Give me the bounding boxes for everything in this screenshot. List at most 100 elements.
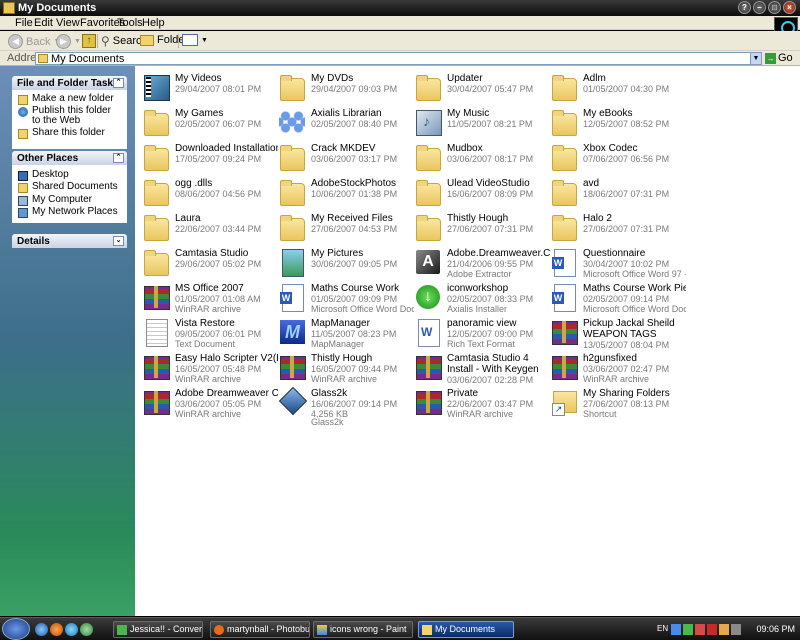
quick-launch-desktop-icon[interactable] bbox=[35, 623, 48, 636]
file-item[interactable]: My eBooks 12/05/2007 08:52 PM bbox=[547, 106, 682, 139]
file-item[interactable]: Adobe Dreamweaver CS303/06/2007 05:05 PM… bbox=[139, 386, 278, 419]
folder-icon bbox=[278, 142, 305, 172]
close-button[interactable]: × bbox=[783, 1, 796, 14]
minimize-button[interactable]: – bbox=[753, 1, 766, 14]
task-publish-folder[interactable]: Publish this folder to the Web bbox=[18, 106, 122, 126]
file-item[interactable]: AdobeStockPhotos 10/06/2007 01:38 PM bbox=[275, 176, 410, 209]
file-item[interactable]: Axialis Librarian 02/05/2007 08:40 PM bbox=[275, 106, 410, 139]
file-item[interactable]: Maths Course Work PieChart02/05/2007 09:… bbox=[547, 281, 686, 314]
file-name: Laura bbox=[175, 213, 201, 224]
file-item[interactable]: Adlm 01/05/2007 04:30 PM bbox=[547, 71, 682, 104]
tray-volume-icon[interactable] bbox=[731, 624, 741, 635]
help-button[interactable]: ? bbox=[738, 1, 751, 14]
menu-edit[interactable]: Edit bbox=[34, 17, 53, 29]
task-share-folder[interactable]: Share this folder bbox=[18, 128, 105, 139]
file-item[interactable]: Laura 22/06/2007 03:44 PM bbox=[139, 211, 274, 244]
menu-help[interactable]: Help bbox=[142, 17, 165, 29]
tray-mail-icon[interactable] bbox=[707, 624, 717, 635]
file-item[interactable]: Camtasia Studio 29/06/2007 05:02 PM bbox=[139, 246, 274, 279]
maximize-button[interactable]: □ bbox=[768, 1, 781, 14]
back-button[interactable]: ◀ Back ▼ bbox=[8, 34, 60, 49]
file-item[interactable]: ogg .dlls 08/06/2007 04:56 PM bbox=[139, 176, 274, 209]
file-item[interactable]: Crack MKDEV 03/06/2007 03:17 PM bbox=[275, 141, 410, 174]
file-item[interactable]: Ulead VideoStudio 16/06/2007 08:09 PM bbox=[411, 176, 546, 209]
file-date: 02/05/2007 08:33 PM bbox=[447, 294, 534, 304]
file-item[interactable]: Thistly Hough 16/05/2007 09:44 PM WinRAR a… bbox=[275, 351, 410, 384]
up-folder-button[interactable]: ↑ bbox=[82, 34, 96, 48]
clock[interactable]: 09:06 PM bbox=[756, 624, 795, 634]
file-item[interactable]: Xbox Codec 07/06/2007 06:56 PM bbox=[547, 141, 682, 174]
place-my-computer[interactable]: My Computer bbox=[18, 195, 92, 206]
go-button[interactable]: → Go bbox=[765, 52, 793, 64]
file-item[interactable]: iconworkshop02/05/2007 08:33 PMAxialis I… bbox=[411, 281, 546, 314]
file-item[interactable]: Pickup Jackal Sheild WEAPON TAGS 13/05/20… bbox=[547, 316, 682, 350]
file-item[interactable]: Private 22/06/2007 03:47 PM WinRAR archive bbox=[411, 386, 546, 419]
file-item[interactable]: Updater 30/04/2007 05:47 PM bbox=[411, 71, 546, 104]
language-indicator[interactable]: EN bbox=[657, 624, 668, 633]
file-item[interactable]: avd 18/06/2007 07:31 PM bbox=[547, 176, 682, 209]
file-item[interactable]: My Videos 29/04/2007 08:01 PM bbox=[139, 71, 274, 104]
menu-tools[interactable]: Tools bbox=[117, 17, 143, 29]
place-shared-documents[interactable]: Shared Documents bbox=[18, 182, 118, 193]
go-arrow-icon: → bbox=[765, 52, 776, 64]
folder-icon bbox=[414, 177, 441, 207]
expand-icon[interactable]: ⌄ bbox=[113, 236, 124, 246]
file-item[interactable]: MapManager11/05/2007 08:23 PMMapManager bbox=[275, 316, 410, 349]
menu-file[interactable]: File bbox=[15, 17, 33, 29]
folder-icon bbox=[278, 212, 305, 242]
taskbar-button-photobucket[interactable]: martynball - Photobu... bbox=[210, 621, 310, 638]
details-header[interactable]: Details ⌄ bbox=[12, 234, 127, 248]
collapse-icon[interactable]: ⌃ bbox=[113, 153, 124, 163]
start-button[interactable] bbox=[2, 618, 30, 640]
task-make-new-folder[interactable]: Make a new folder bbox=[18, 94, 114, 105]
file-item[interactable]: MS Office 2007 01/05/2007 01:08 AM WinRAR … bbox=[139, 281, 274, 314]
file-item[interactable]: panoramic view12/05/2007 09:00 PMRich Te… bbox=[411, 316, 546, 349]
quick-launch-messenger-icon[interactable] bbox=[80, 623, 93, 636]
file-name: Axialis Librarian bbox=[311, 108, 382, 119]
address-dropdown-button[interactable]: ▼ bbox=[750, 53, 761, 64]
address-input[interactable]: My Documents ▼ bbox=[35, 52, 762, 65]
file-type: Axialis Installer bbox=[447, 304, 508, 314]
tray-app-icon[interactable] bbox=[719, 624, 729, 635]
file-item[interactable]: My Games 02/05/2007 06:07 PM bbox=[139, 106, 274, 139]
tray-security-icon[interactable] bbox=[695, 624, 705, 635]
file-item[interactable]: My Music11/05/2007 08:21 PM bbox=[411, 106, 546, 139]
forward-button[interactable]: ▶ ▼ bbox=[56, 34, 81, 49]
place-my-network-places[interactable]: My Network Places bbox=[18, 207, 118, 218]
file-item[interactable]: Easy Halo Scripter V2(BETA)16/05/2007 05… bbox=[139, 351, 278, 384]
file-item[interactable]: Glass2k 16/06/2007 09:14 PM 4,256 KB Glass2… bbox=[275, 386, 410, 427]
taskbar-button-paint[interactable]: icons wrong - Paint bbox=[313, 621, 413, 638]
tray-app-icon[interactable] bbox=[671, 624, 681, 635]
file-item[interactable]: Downloaded Installations 17/05/2007 09:24… bbox=[139, 141, 278, 174]
quick-launch-ie-icon[interactable] bbox=[65, 623, 78, 636]
file-item[interactable]: Halo 2 27/06/2007 07:31 PM bbox=[547, 211, 682, 244]
file-date: 07/06/2007 06:56 PM bbox=[583, 154, 670, 164]
network-icon bbox=[18, 208, 28, 218]
file-item[interactable]: Camtasia Studio 4 Install - With Keygen 0… bbox=[411, 351, 546, 385]
place-desktop[interactable]: Desktop bbox=[18, 170, 69, 181]
file-item[interactable]: Adobe.Dreamweaver.CS321/04/2006 09:55 PM… bbox=[411, 246, 550, 279]
quick-launch-firefox-icon[interactable] bbox=[50, 623, 63, 636]
file-item[interactable]: Questionnaire30/04/2007 10:02 PMMicrosof… bbox=[547, 246, 686, 279]
file-folder-tasks-header[interactable]: File and Folder Tasks ⌃ bbox=[12, 76, 127, 90]
file-item[interactable]: Maths Course Work01/05/2007 09:09 PMMicr… bbox=[275, 281, 414, 314]
file-item[interactable]: Vista Restore 09/05/2007 06:01 PM Text Doc… bbox=[139, 316, 274, 349]
file-item[interactable]: Mudbox 03/06/2007 08:17 PM bbox=[411, 141, 546, 174]
menu-view[interactable]: View bbox=[56, 17, 80, 29]
file-item[interactable]: h2gunsfixed 03/06/2007 02:47 PM WinRAR arc… bbox=[547, 351, 682, 384]
file-item[interactable]: My Pictures 30/06/2007 09:05 PM bbox=[275, 246, 410, 279]
taskbar-button-my-documents[interactable]: My Documents bbox=[418, 621, 514, 638]
rtf-icon bbox=[414, 317, 441, 347]
file-item[interactable]: My DVDs 29/04/2007 09:03 PM bbox=[275, 71, 410, 104]
file-type: Text Document bbox=[175, 339, 236, 349]
tray-network-icon[interactable] bbox=[683, 624, 693, 635]
file-item[interactable]: My Received Files 27/06/2007 04:53 PM bbox=[275, 211, 410, 244]
views-button[interactable]: ▼ bbox=[182, 34, 208, 46]
file-item[interactable]: Thistly Hough 27/06/2007 07:31 PM bbox=[411, 211, 546, 244]
file-item[interactable]: My Sharing Folders27/06/2007 08:13 PMSho… bbox=[547, 386, 682, 419]
file-name: Glass2k bbox=[311, 388, 348, 399]
taskbar-button-conversation[interactable]: Jessica!! - Conversation bbox=[113, 621, 203, 638]
collapse-icon[interactable]: ⌃ bbox=[113, 78, 124, 88]
chevron-down-icon: ▼ bbox=[201, 36, 208, 44]
other-places-header[interactable]: Other Places ⌃ bbox=[12, 151, 127, 165]
